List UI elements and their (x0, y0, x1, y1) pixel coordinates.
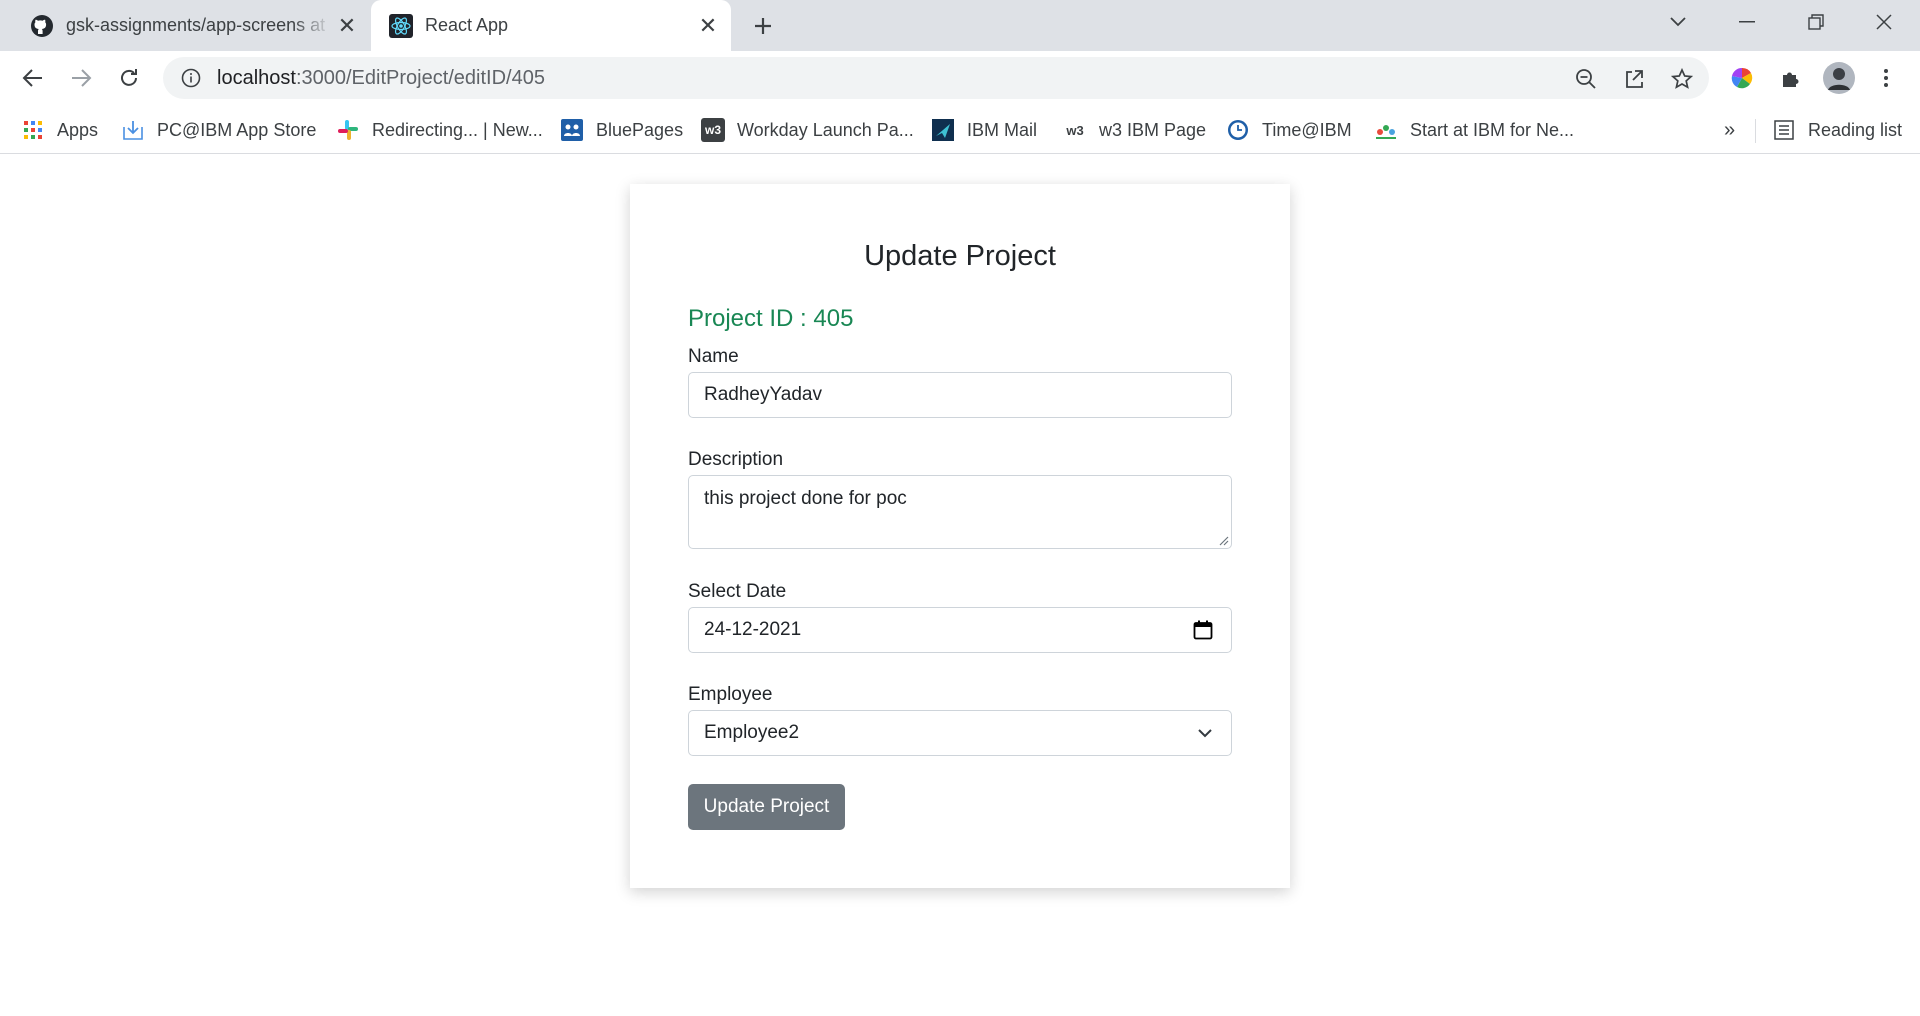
info-icon[interactable] (179, 66, 203, 90)
close-window-button[interactable] (1850, 0, 1918, 44)
project-id-heading: Project ID : 405 (688, 305, 854, 332)
bookmark-label: IBM Mail (967, 119, 1038, 140)
bookmark-apps[interactable]: Apps (21, 115, 98, 145)
resize-handle-icon[interactable] (1217, 534, 1229, 546)
tab-title: gsk-assignments/app-screens at (66, 15, 326, 35)
arrow-left-icon (22, 69, 42, 87)
bookmarks-overflow-button[interactable]: » (1724, 115, 1735, 145)
calendar-icon[interactable] (1193, 620, 1213, 640)
start-ibm-icon (1374, 118, 1398, 142)
arrow-right-icon (72, 69, 92, 87)
tab-react-app[interactable]: React App ✕ (371, 0, 731, 51)
name-label: Name (688, 346, 739, 367)
restore-icon (1808, 14, 1824, 30)
bookmark-label: BluePages (596, 119, 684, 140)
share-icon[interactable] (1621, 66, 1647, 92)
employee-value: Employee2 (704, 722, 800, 743)
description-textarea[interactable]: this project done for poc (688, 475, 1232, 549)
bookmark-time-at-ibm[interactable]: Time@IBM (1226, 115, 1352, 145)
github-icon (30, 14, 54, 38)
bookmark-ibm-mail[interactable]: IBM Mail (931, 115, 1037, 145)
apps-grid-icon (21, 118, 45, 142)
reading-list-icon (1772, 118, 1796, 142)
bookmark-label: w3 IBM Page (1099, 119, 1207, 140)
name-value: RadheyYadav (704, 384, 822, 405)
description-label: Description (688, 449, 784, 470)
reload-button[interactable] (110, 59, 148, 97)
url-host: localhost (217, 66, 296, 89)
employee-label: Employee (688, 684, 773, 705)
employee-select[interactable]: Employee2 (688, 710, 1232, 756)
forward-button[interactable] (62, 59, 100, 97)
bookmarks-divider (1755, 119, 1756, 143)
update-project-button[interactable]: Update Project (688, 784, 845, 830)
browser-toolbar: localhost:3000/EditProject/editID/405 (0, 51, 1920, 105)
bookmarks-bar: Apps PC@IBM App Store Redirecting... | N… (0, 105, 1920, 154)
bookmark-label: Apps (57, 119, 99, 140)
back-button[interactable] (14, 59, 52, 97)
bookmark-label: PC@IBM App Store (157, 119, 317, 140)
bookmark-label: Start at IBM for Ne... (1410, 119, 1575, 140)
bookmark-w3-ibm-page[interactable]: w3 w3 IBM Page (1063, 115, 1206, 145)
date-label: Select Date (688, 581, 787, 602)
chevron-down-icon (1670, 17, 1686, 27)
url-text[interactable]: localhost:3000/EditProject/editID/405 (217, 67, 545, 90)
more-menu-icon[interactable] (1871, 63, 1901, 93)
tab-strip: gsk-assignments/app-screens at ✕ React A… (0, 0, 1920, 51)
puzzle-extensions-icon[interactable] (1776, 63, 1806, 93)
color-wheel-extension-icon[interactable] (1727, 63, 1757, 93)
page-title: Update Project (864, 240, 1056, 272)
bookmark-start-at-ibm[interactable]: Start at IBM for Ne... (1374, 115, 1574, 145)
tab-search-button[interactable] (1644, 0, 1712, 44)
zoom-out-icon[interactable] (1573, 66, 1599, 92)
bookmark-bluepages[interactable]: BluePages (560, 115, 683, 145)
clock-icon (1226, 118, 1250, 142)
reading-list-button[interactable]: Reading list (1772, 115, 1902, 145)
bookmark-label: Workday Launch Pa... (737, 119, 914, 140)
bookmark-redirecting[interactable]: Redirecting... | New... (336, 115, 543, 145)
tab-github[interactable]: gsk-assignments/app-screens at ✕ (12, 0, 370, 51)
minimize-button[interactable] (1713, 0, 1781, 44)
new-tab-button[interactable] (746, 9, 780, 43)
star-icon[interactable] (1669, 66, 1695, 92)
bookmark-pc-ibm-app-store[interactable]: PC@IBM App Store (121, 115, 316, 145)
slack-icon (336, 118, 360, 142)
url-path: :3000/EditProject/editID/405 (295, 66, 545, 89)
w3-icon: w3 (701, 118, 725, 142)
description-value: this project done for poc (704, 488, 907, 509)
minimize-icon (1739, 21, 1755, 23)
date-input[interactable]: 24-12-2021 (688, 607, 1232, 653)
bookmark-label: Time@IBM (1262, 119, 1352, 140)
close-tab-icon[interactable]: ✕ (693, 11, 723, 41)
close-tab-icon[interactable]: ✕ (332, 11, 362, 41)
name-input[interactable]: RadheyYadav (688, 372, 1232, 418)
bookmark-label: Redirecting... | New... (372, 119, 543, 140)
reload-icon (121, 69, 137, 86)
w3-text-icon: w3 (1066, 122, 1084, 138)
update-project-card: Update Project Project ID : 405 Name Rad… (630, 184, 1290, 888)
react-icon (389, 13, 413, 38)
profile-avatar[interactable] (1822, 61, 1856, 95)
reading-list-label: Reading list (1808, 119, 1903, 140)
people-icon (560, 118, 584, 142)
tab-title: React App (425, 15, 509, 35)
address-bar[interactable]: localhost:3000/EditProject/editID/405 (163, 57, 1709, 99)
download-tray-icon (121, 118, 145, 142)
chevron-down-icon (1197, 728, 1213, 738)
date-value: 24-12-2021 (704, 619, 802, 640)
ibm-mail-icon (931, 118, 955, 142)
restore-button[interactable] (1782, 0, 1850, 44)
bookmark-workday[interactable]: w3 Workday Launch Pa... (701, 115, 914, 145)
close-icon (1876, 14, 1892, 30)
plus-icon (755, 18, 771, 34)
